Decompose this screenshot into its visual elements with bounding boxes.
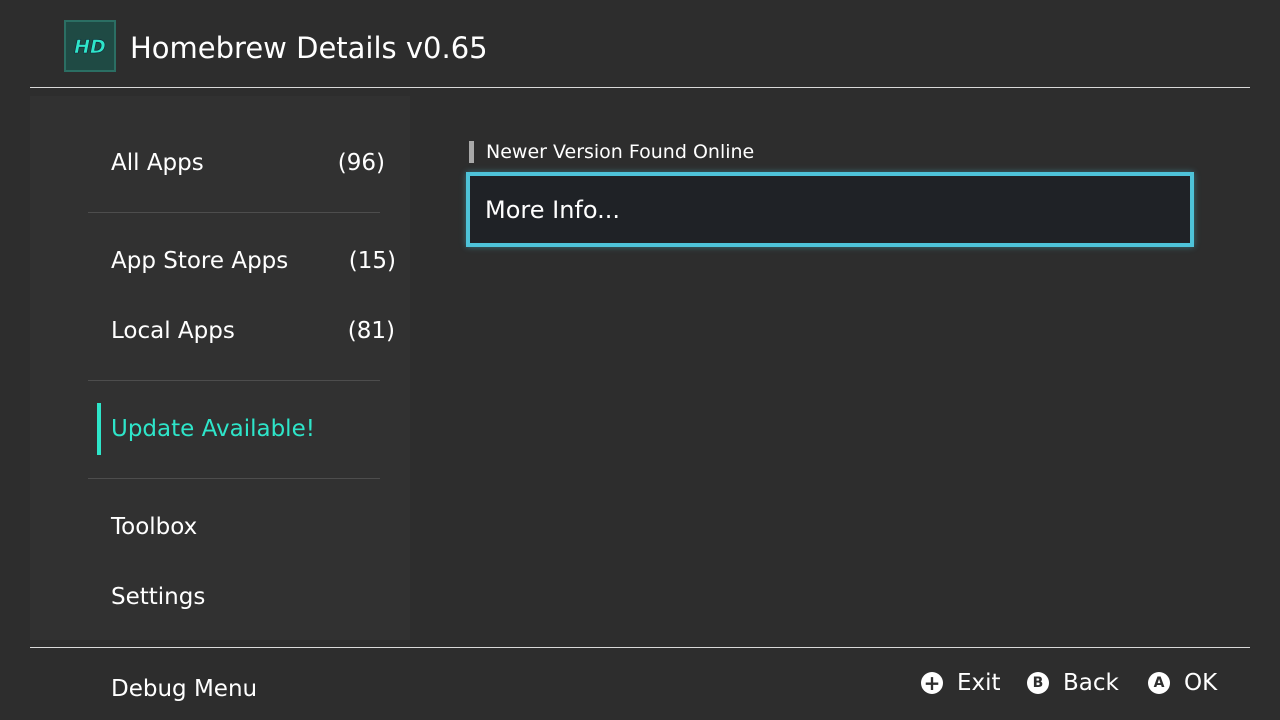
exit-hint[interactable]: + Exit: [921, 669, 1001, 697]
section-label: Newer Version Found Online: [486, 141, 755, 163]
sidebar-item-label: Local Apps: [111, 318, 235, 344]
sidebar-item-all-apps[interactable]: All Apps (96): [111, 143, 385, 183]
app-window: HD Homebrew Details v0.65 All Apps (96) …: [0, 0, 1280, 720]
active-indicator: [97, 403, 101, 455]
page-title: Homebrew Details v0.65: [130, 31, 488, 65]
sidebar-item-count: (96): [337, 150, 385, 176]
sidebar: All Apps (96) App Store Apps (15) Local …: [30, 96, 410, 640]
back-hint[interactable]: B Back: [1027, 669, 1119, 697]
sidebar-item-app-store-apps[interactable]: App Store Apps (15): [111, 241, 396, 281]
sidebar-item-label: Settings: [111, 584, 206, 610]
sidebar-item-label: All Apps: [111, 150, 204, 176]
ok-hint[interactable]: A OK: [1148, 669, 1217, 697]
a-button-icon: A: [1148, 672, 1170, 694]
plus-button-icon: +: [921, 671, 943, 695]
sidebar-item-label: Update Available!: [111, 416, 315, 442]
section-header: Newer Version Found Online: [469, 141, 754, 163]
sidebar-item-debug-menu[interactable]: Debug Menu: [111, 676, 257, 702]
more-info-label: More Info...: [485, 195, 621, 224]
sidebar-item-settings[interactable]: Settings: [111, 577, 381, 617]
header-divider: [30, 87, 1250, 88]
logo-text: HD: [74, 36, 106, 58]
ok-label: OK: [1184, 670, 1218, 696]
sidebar-item-label: App Store Apps: [111, 248, 289, 274]
exit-label: Exit: [957, 670, 1001, 696]
sidebar-divider: [88, 212, 380, 213]
hd-logo-glyph: HD: [74, 36, 106, 59]
sidebar-item-count: (15): [348, 248, 396, 274]
more-info-button[interactable]: More Info...: [466, 172, 1194, 247]
sidebar-item-label: Toolbox: [111, 514, 198, 540]
header: HD Homebrew Details v0.65: [0, 0, 1280, 88]
sidebar-item-update-available[interactable]: Update Available!: [111, 409, 381, 449]
back-label: Back: [1063, 670, 1119, 696]
section-marker: [469, 141, 474, 163]
sidebar-item-count: (81): [347, 318, 395, 344]
b-button-icon: B: [1027, 672, 1049, 694]
sidebar-divider: [88, 380, 380, 381]
hd-logo-icon: HD: [64, 20, 116, 72]
sidebar-divider: [88, 478, 380, 479]
footer-divider: [30, 647, 1250, 648]
sidebar-item-toolbox[interactable]: Toolbox: [111, 507, 381, 547]
sidebar-item-local-apps[interactable]: Local Apps (81): [111, 311, 395, 351]
